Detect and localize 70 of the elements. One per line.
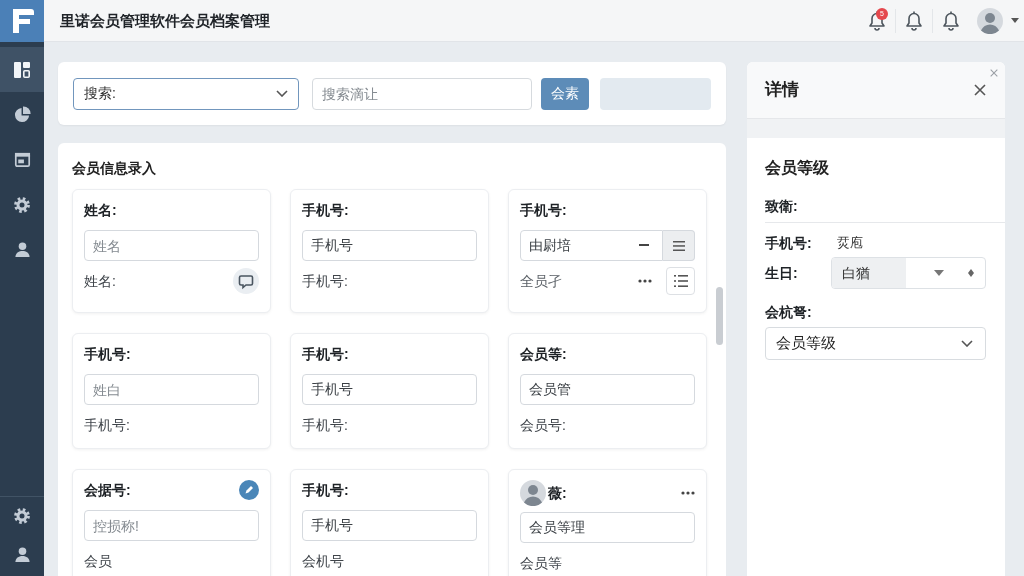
close-icon[interactable]: [974, 84, 986, 96]
field-label: 手机号:: [84, 345, 131, 364]
bell-icon[interactable]: [905, 10, 923, 31]
field-label: 姓名:: [84, 272, 116, 291]
field-label: 会员号:: [520, 416, 566, 435]
field-label: 手机号:: [84, 416, 130, 435]
text-input[interactable]: 手机号: [302, 510, 477, 541]
level-select[interactable]: 会员等级: [765, 327, 986, 360]
field-label: 会杭弩:: [765, 303, 813, 322]
text-input[interactable]: 由尉培: [520, 230, 663, 261]
caret-icon[interactable]: [1011, 18, 1019, 23]
field-label: 手机号:: [302, 416, 348, 435]
date-picker[interactable]: 白猶: [831, 257, 986, 289]
field-value: 烎庖: [837, 234, 863, 252]
field-label: 会员: [84, 552, 112, 571]
field-label: 手机号:: [302, 481, 349, 500]
filter-input[interactable]: 搜索滴让: [312, 77, 532, 110]
text-input[interactable]: 手机号: [302, 230, 477, 261]
field-label: 手机号:: [302, 345, 349, 364]
field-label: 全员孑: [520, 272, 562, 291]
caret-down-icon[interactable]: [934, 270, 944, 276]
text-input[interactable]: 会员管: [520, 374, 695, 405]
chevron-icon: [961, 340, 973, 347]
user-icon: [13, 545, 31, 563]
dashboard-icon: [13, 60, 31, 79]
search-select[interactable]: 搜索:: [73, 77, 299, 110]
gear-icon: [13, 195, 31, 214]
field-label: 手机号:: [520, 201, 567, 220]
field-label: 生日:: [765, 264, 799, 283]
field-label: 手机号:: [302, 272, 348, 291]
field-label: 会据号:: [84, 481, 131, 500]
field-label: 姓名:: [84, 201, 117, 220]
list-button[interactable]: [666, 267, 695, 295]
field-label: 手机号:: [302, 201, 349, 220]
text-input[interactable]: 手机号: [302, 374, 477, 405]
diamond-icon: [968, 269, 974, 277]
window-icon: [13, 151, 31, 168]
bell-icon[interactable]: [942, 10, 960, 31]
field-label: 薇:: [548, 484, 567, 503]
scrollbar-thumb[interactable]: [716, 287, 723, 345]
search-button[interactable]: 会素: [541, 77, 589, 110]
field-label: 手机号:: [765, 234, 813, 253]
section-title: 会员等级: [765, 158, 829, 178]
field-label: 会员等:: [520, 345, 567, 364]
avatar-icon: [520, 480, 546, 506]
sidebar-button[interactable]: [0, 47, 44, 92]
text-input[interactable]: 姓白: [84, 374, 259, 405]
user-icon: [13, 241, 31, 258]
more-icon[interactable]: [681, 491, 695, 495]
text-input[interactable]: 会员等理: [520, 512, 695, 543]
field-label: 致衛:: [765, 197, 799, 216]
field-label: 会机号: [302, 552, 344, 571]
gear-icon: [13, 507, 31, 525]
field-label: 会员等: [520, 554, 562, 573]
bell-icon[interactable]: [867, 10, 886, 31]
pie-chart-icon: [13, 106, 31, 123]
list-icon: [673, 275, 688, 287]
pencil-icon[interactable]: [239, 480, 259, 500]
panel-title: 详情: [765, 79, 799, 101]
more-icon[interactable]: [638, 279, 652, 283]
text-input[interactable]: 姓名: [84, 230, 259, 261]
avatar-icon[interactable]: [977, 7, 1003, 34]
app-title: 里诺会员管理软件会员档案管理: [60, 10, 270, 31]
text-input[interactable]: 控损称!: [84, 510, 259, 541]
menu-button[interactable]: [663, 230, 695, 261]
section-title: 会员信息录入: [72, 159, 156, 178]
chevron-icon: [276, 90, 288, 97]
logo-icon[interactable]: [0, 0, 44, 42]
menu-icon: [672, 240, 685, 251]
chat-icon[interactable]: [233, 268, 259, 294]
